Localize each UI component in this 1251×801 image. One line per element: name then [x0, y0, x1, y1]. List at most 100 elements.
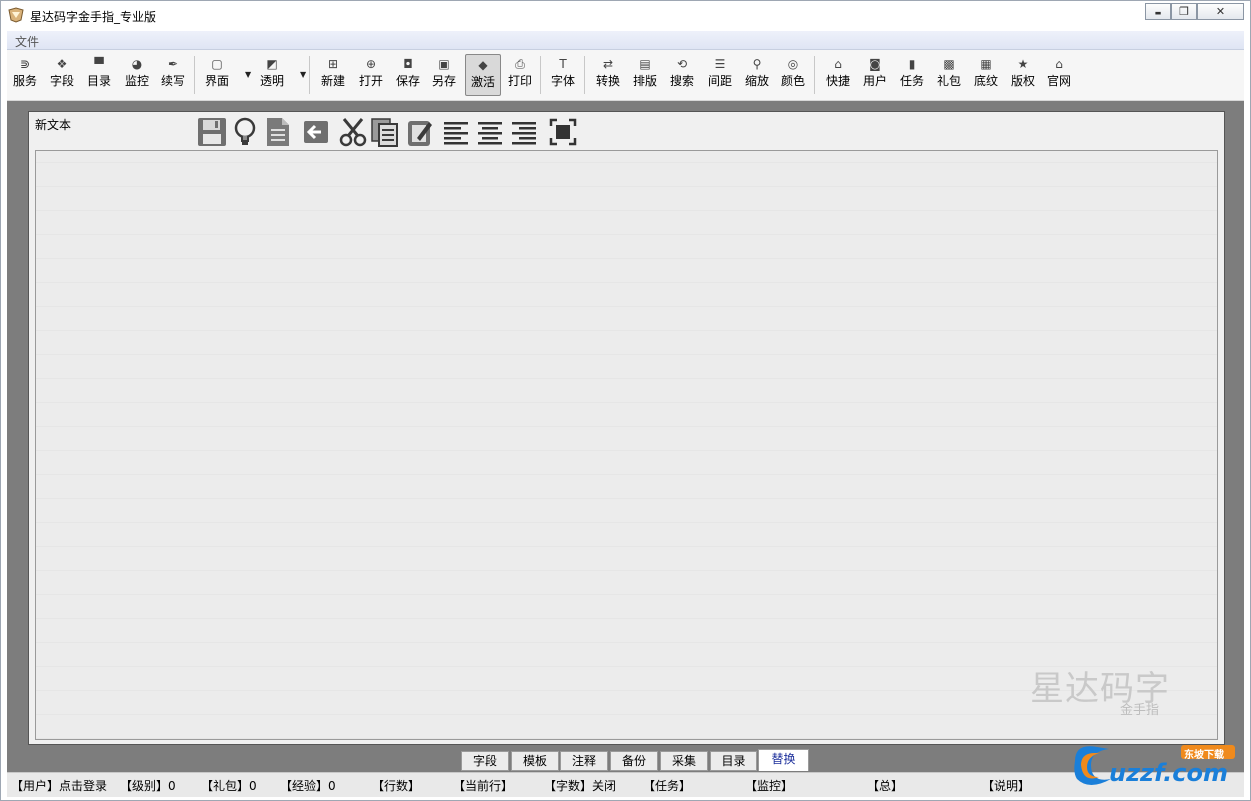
window-icon: ▢ [211, 57, 223, 71]
app-icon [8, 7, 24, 23]
toolbar-button-diamond[interactable]: ❖ 字段 [48, 54, 76, 96]
toolbar-button-window[interactable]: ▢ 界面 [202, 54, 232, 96]
toolbar-button-save-as[interactable]: ▣ 另存 [428, 54, 460, 96]
toolbar-button-label: 搜索 [669, 74, 694, 88]
print-icon: ⎙ [515, 57, 525, 71]
transparency-icon: ◩ [266, 57, 278, 71]
watermark-sub: 金手指 [1120, 703, 1160, 718]
tab-4[interactable]: 采集 [660, 751, 708, 771]
toolbar-button-label: 另存 [431, 74, 456, 88]
search-icon: ⟲ [676, 57, 688, 71]
toolbar-button-new-file[interactable]: ⊞ 新建 [317, 54, 349, 96]
status-field-2: 【礼包】0 [201, 779, 257, 793]
app-window: 星达码字金手指_专业版 ▬ ❐ ✕ 文件 ⋑ 服务 ❖ 字段 ▀ 目录 ◕ 监控 ✒ 续写 ▢ 界面 ◩… [0, 0, 1251, 801]
toolbar-button-zoom[interactable]: ⚲ 缩放 [741, 54, 773, 96]
status-bar: 【用户】点击登录 【级别】0 【礼包】0 【经验】0 【行数】 【当前行】 【字数】关闭 【任… [7, 772, 1244, 797]
status-field-4: 【行数】 [372, 779, 421, 793]
toolbar-button-gift[interactable]: ▩ 礼包 [933, 54, 965, 96]
align-right-icon[interactable] [510, 116, 540, 148]
save-icon: ◘ [403, 57, 413, 71]
toolbar-button-print[interactable]: ⎙ 打印 [504, 54, 536, 96]
document-icon[interactable] [263, 116, 293, 148]
house-icon: ⌂ [1055, 57, 1063, 71]
toolbar-button-label: 字体 [550, 74, 575, 88]
toolbar-button-folder[interactable]: ▀ 目录 [85, 54, 113, 96]
menu-file[interactable]: 文件 [15, 33, 39, 50]
text-editor[interactable]: 星达码字 金手指 [35, 150, 1218, 740]
color-icon: ◎ [787, 57, 799, 71]
scissors-icon[interactable] [338, 116, 368, 148]
dropdown-arrow-icon[interactable]: ▼ [300, 70, 306, 79]
uzzf-logo: 东坡下载 uzzf.com [1069, 739, 1245, 791]
toolbar-button-task[interactable]: ▮ 任务 [896, 54, 928, 96]
toolbar-button-label: 间距 [707, 74, 732, 88]
toolbar-separator [194, 56, 195, 94]
minimize-button[interactable]: ▬ [1145, 3, 1171, 20]
toolbar-button-pen[interactable]: ✒ 续写 [159, 54, 187, 96]
toolbar-button-home[interactable]: ⌂ 快捷 [822, 54, 854, 96]
minimize-icon: ▬ [1154, 9, 1162, 17]
restore-button[interactable]: ❐ [1171, 3, 1197, 20]
task-icon: ▮ [908, 57, 916, 71]
bottom-tabs: 字段 模板 注释 备份 采集 目录 替换 [7, 748, 1244, 772]
window-title: 星达码字金手指_专业版 [30, 10, 157, 24]
toolbar-button-label: 官网 [1046, 74, 1071, 88]
toolbar-button-search[interactable]: ⟲ 搜索 [666, 54, 698, 96]
title-bar[interactable]: 星达码字金手指_专业版 ▬ ❐ ✕ [1, 1, 1250, 30]
toolbar-button-label: 缩放 [744, 74, 769, 88]
toolbar-button-transparency[interactable]: ◩ 透明 [257, 54, 287, 96]
tab-1[interactable]: 模板 [511, 751, 559, 771]
status-field-10: 【说明】 [982, 779, 1031, 793]
status-field-5: 【当前行】 [453, 779, 514, 793]
toolbar-button-label: 透明 [259, 74, 284, 88]
toolbar-separator [540, 56, 541, 94]
toolbar-button-activate[interactable]: ◆ 激活 [465, 54, 501, 96]
fullscreen-icon[interactable] [549, 116, 579, 148]
paste-icon[interactable] [405, 116, 435, 148]
toolbar-separator [584, 56, 585, 94]
toolbar-button-eye[interactable]: ◕ 监控 [122, 54, 152, 96]
toolbar-button-open-file[interactable]: ⊕ 打开 [355, 54, 387, 96]
toolbar-button-convert[interactable]: ⇄ 转换 [592, 54, 624, 96]
spacing-icon: ☰ [714, 57, 726, 71]
toolbar-button-label: 礼包 [936, 74, 961, 88]
work-area: 新文本 星达码字 金手指 [7, 101, 1244, 772]
align-left-icon[interactable] [442, 116, 472, 148]
back-arrow-icon[interactable] [302, 116, 332, 148]
close-button[interactable]: ✕ [1197, 3, 1244, 20]
toolbar-button-user[interactable]: ◙ 用户 [859, 54, 891, 96]
tab-5[interactable]: 目录 [710, 751, 757, 771]
toolbar-button-color[interactable]: ◎ 颜色 [777, 54, 809, 96]
save-icon[interactable] [197, 116, 227, 148]
status-field-0[interactable]: 【用户】点击登录 [11, 777, 107, 794]
document-panel: 新文本 星达码字 金手指 [28, 111, 1225, 745]
toolbar-button-font[interactable]: T 字体 [547, 54, 579, 96]
toolbar-button-label: 快捷 [825, 74, 850, 88]
copy-icon[interactable] [370, 116, 400, 148]
eye-icon: ◕ [131, 57, 143, 71]
toolbar-button-rss[interactable]: ⋑ 服务 [11, 54, 39, 96]
status-field-8: 【监控】 [745, 779, 794, 793]
star-icon: ★ [1017, 57, 1029, 71]
toolbar-button-label: 版权 [1010, 74, 1035, 88]
tab-6[interactable]: 替换 [758, 749, 809, 771]
tab-3[interactable]: 备份 [610, 751, 658, 771]
dropdown-arrow-icon[interactable]: ▼ [245, 70, 251, 79]
toolbar-button-label: 任务 [899, 74, 924, 88]
status-field-1: 【级别】0 [120, 779, 176, 793]
toolbar-button-label: 字段 [49, 74, 74, 88]
toolbar-button-star[interactable]: ★ 版权 [1007, 54, 1039, 96]
tab-2[interactable]: 注释 [560, 751, 608, 771]
menu-bar: 文件 [7, 31, 1244, 50]
toolbar-button-spacing[interactable]: ☰ 间距 [704, 54, 736, 96]
status-field-6: 【字数】关闭 [544, 779, 617, 793]
tab-0[interactable]: 字段 [461, 751, 509, 771]
toolbar-button-house[interactable]: ⌂ 官网 [1043, 54, 1075, 96]
toolbar-button-save[interactable]: ◘ 保存 [392, 54, 424, 96]
lightbulb-icon[interactable] [230, 116, 260, 148]
folder-icon: ▀ [94, 57, 104, 71]
align-center-icon[interactable] [476, 116, 506, 148]
toolbar-button-texture[interactable]: ▦ 底纹 [970, 54, 1002, 96]
status-field-9: 【总】 [867, 779, 904, 793]
toolbar-button-layout[interactable]: ▤ 排版 [629, 54, 661, 96]
